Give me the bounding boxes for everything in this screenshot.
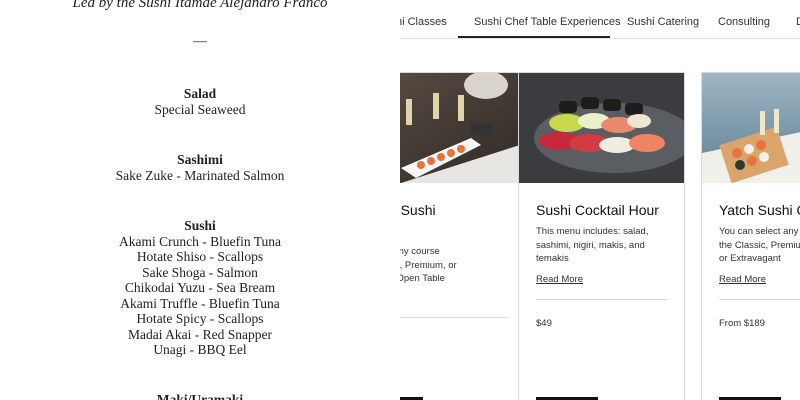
experience-card-yatch-sushi[interactable]: Yatch Sushi O You can select any the Cla… [701, 72, 800, 400]
tab-consulting[interactable]: Consulting [718, 16, 770, 28]
tab-chef-table-experiences[interactable]: Sushi Chef Table Experiences [474, 16, 621, 28]
card-title: Jet Sushi [400, 202, 436, 218]
experience-card-jet-sushi[interactable]: Jet Sushi e ect any course assic, Premiu… [400, 72, 527, 400]
sushi-on-yacht-image [702, 73, 800, 183]
card-description: You can select any the Classic, Premiu o… [719, 226, 800, 264]
active-tab-indicator [458, 36, 610, 38]
sushi-on-jet-image [400, 73, 526, 183]
tab-more[interactable]: D [796, 16, 800, 28]
menu-item: Special Seaweed [154, 101, 246, 117]
menu-item: Akami Crunch - Bluefin Tuna [119, 233, 281, 249]
card-description: This menu includes: salad, sashimi, nigi… [536, 226, 649, 264]
divider-dash: — [193, 34, 207, 49]
card-divider [536, 299, 667, 300]
section-heading: Maki/Uramaki [156, 392, 244, 400]
tab-bar: hi Classes Sushi Chef Table Experiences … [400, 0, 800, 39]
tab-sushi-catering[interactable]: Sushi Catering [627, 16, 699, 28]
section-heading: Sashimi [177, 152, 223, 167]
sushi-platter-image [519, 73, 684, 183]
section-heading: Sushi [184, 218, 216, 233]
read-more-link[interactable]: Read More [536, 274, 583, 285]
menu-item: Akami Truffle - Bluefin Tuna [120, 295, 280, 311]
experience-card-cocktail-hour[interactable]: Sushi Cocktail Hour This menu includes: … [518, 72, 685, 400]
menu-section-sushi: Sushi Akami Crunch - Bluefin Tuna Hotate… [0, 218, 400, 358]
menu-item: Sake Shoga - Salmon [142, 264, 258, 280]
card-price: $49 [536, 318, 552, 329]
menu-section-sashimi: Sashimi Sake Zuke - Marinated Salmon [0, 152, 400, 183]
menu-item: Chikodai Yuzu - Sea Bream [124, 280, 276, 295]
menu-section-salad: Salad Special Seaweed [0, 86, 400, 117]
menu-item: Sake Zuke - Marinated Salmon [115, 167, 285, 183]
menu-section-maki: Maki/Uramaki [0, 392, 400, 400]
chef-byline: Led by the Sushi Itamae Alejandro Franco [72, 0, 328, 11]
card-divider [719, 299, 800, 300]
card-divider [400, 317, 509, 318]
read-more-link[interactable]: Read More [719, 274, 766, 285]
menu-item: Madai Akai - Red Snapper [128, 326, 272, 342]
experiences-panel: hi Classes Sushi Chef Table Experiences … [400, 0, 800, 400]
card-title: Sushi Cocktail Hour [536, 202, 659, 218]
card-title: Yatch Sushi O [719, 202, 800, 218]
menu-item: Hotate Spicy - Scallops [136, 311, 264, 326]
section-heading: Salad [183, 86, 217, 101]
tab-sushi-classes[interactable]: hi Classes [400, 16, 447, 28]
sushi-menu-panel: Led by the Sushi Itamae Alejandro Franco… [0, 0, 400, 400]
card-description: ect any course assic, Premium, or enu Op… [400, 246, 457, 284]
menu-item: Unagi - BBQ Eel [153, 342, 247, 357]
card-price: From $189 [719, 318, 765, 329]
menu-item: Hotate Shiso - Scallops [136, 249, 264, 264]
